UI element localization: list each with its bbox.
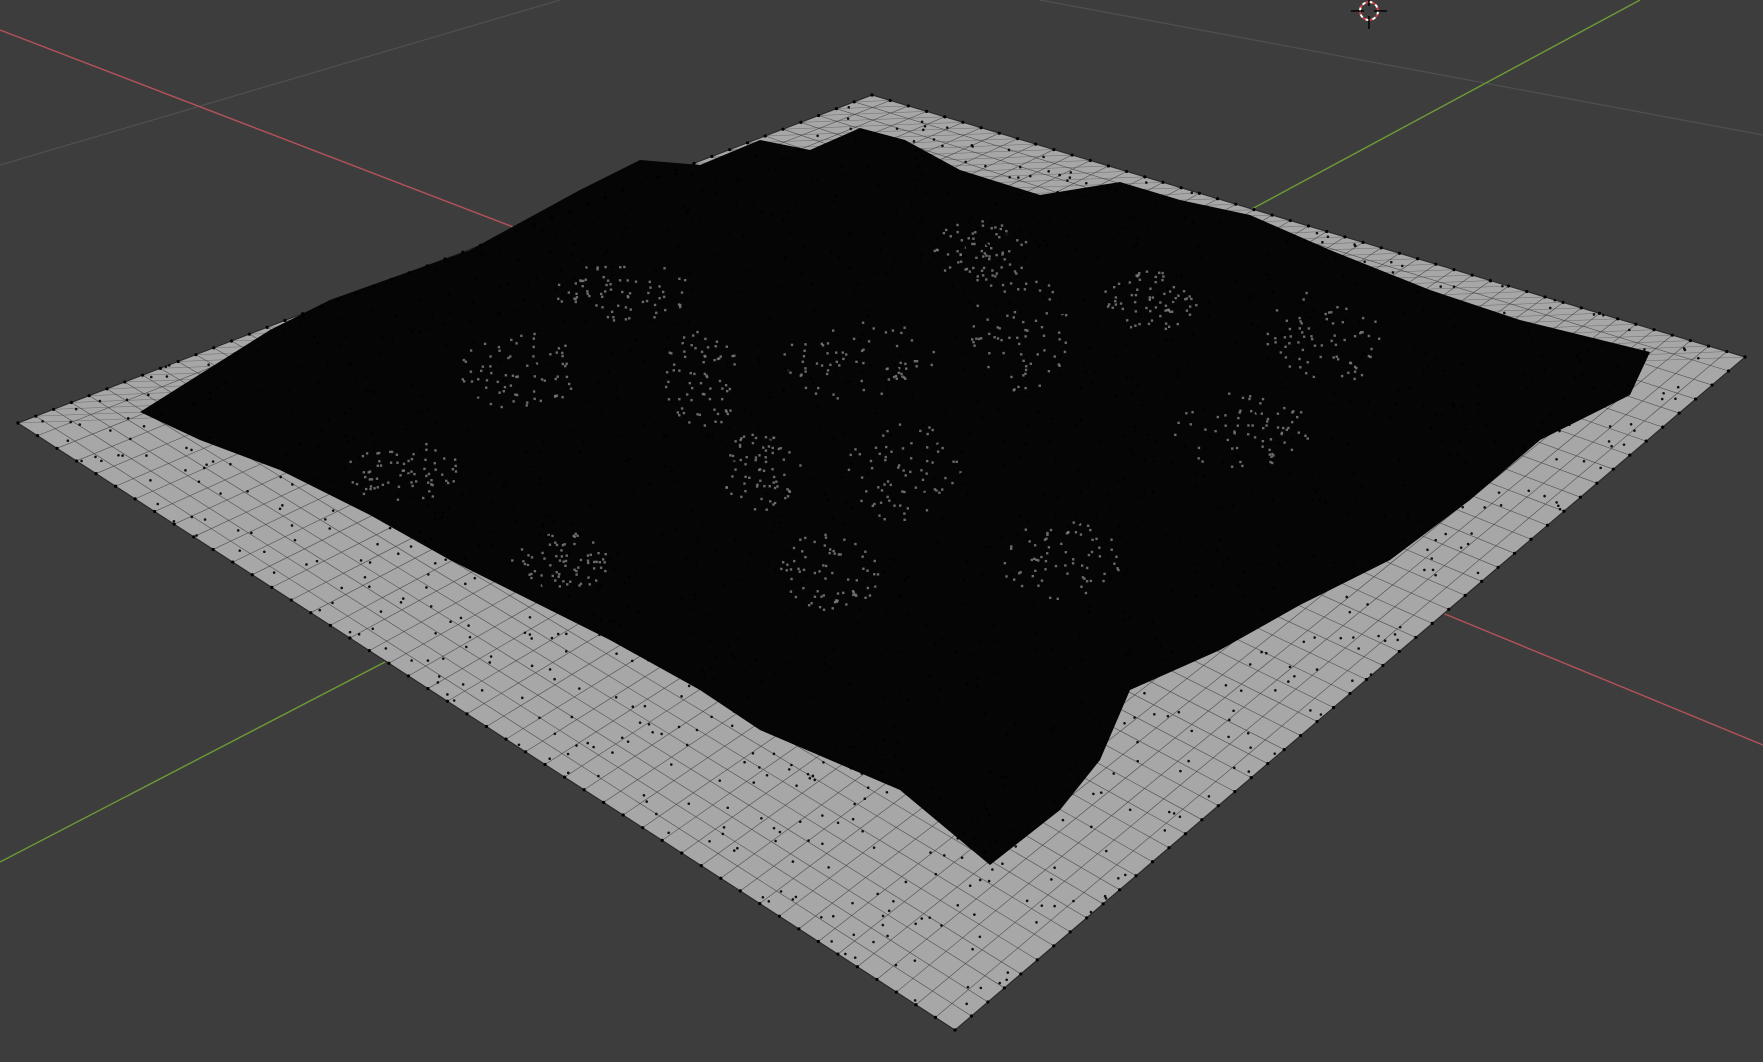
x-axis-line bbox=[0, 29, 561, 246]
terrain-mesh[interactable] bbox=[16, 93, 1747, 1032]
y-axis-line-front bbox=[0, 661, 386, 863]
y-axis-line bbox=[1249, 0, 1641, 211]
x-axis-line-front bbox=[1439, 611, 1763, 746]
3d-viewport[interactable] bbox=[0, 0, 1763, 1062]
3d-cursor-icon[interactable] bbox=[1351, 0, 1387, 29]
viewport-canvas[interactable] bbox=[0, 0, 1763, 1062]
